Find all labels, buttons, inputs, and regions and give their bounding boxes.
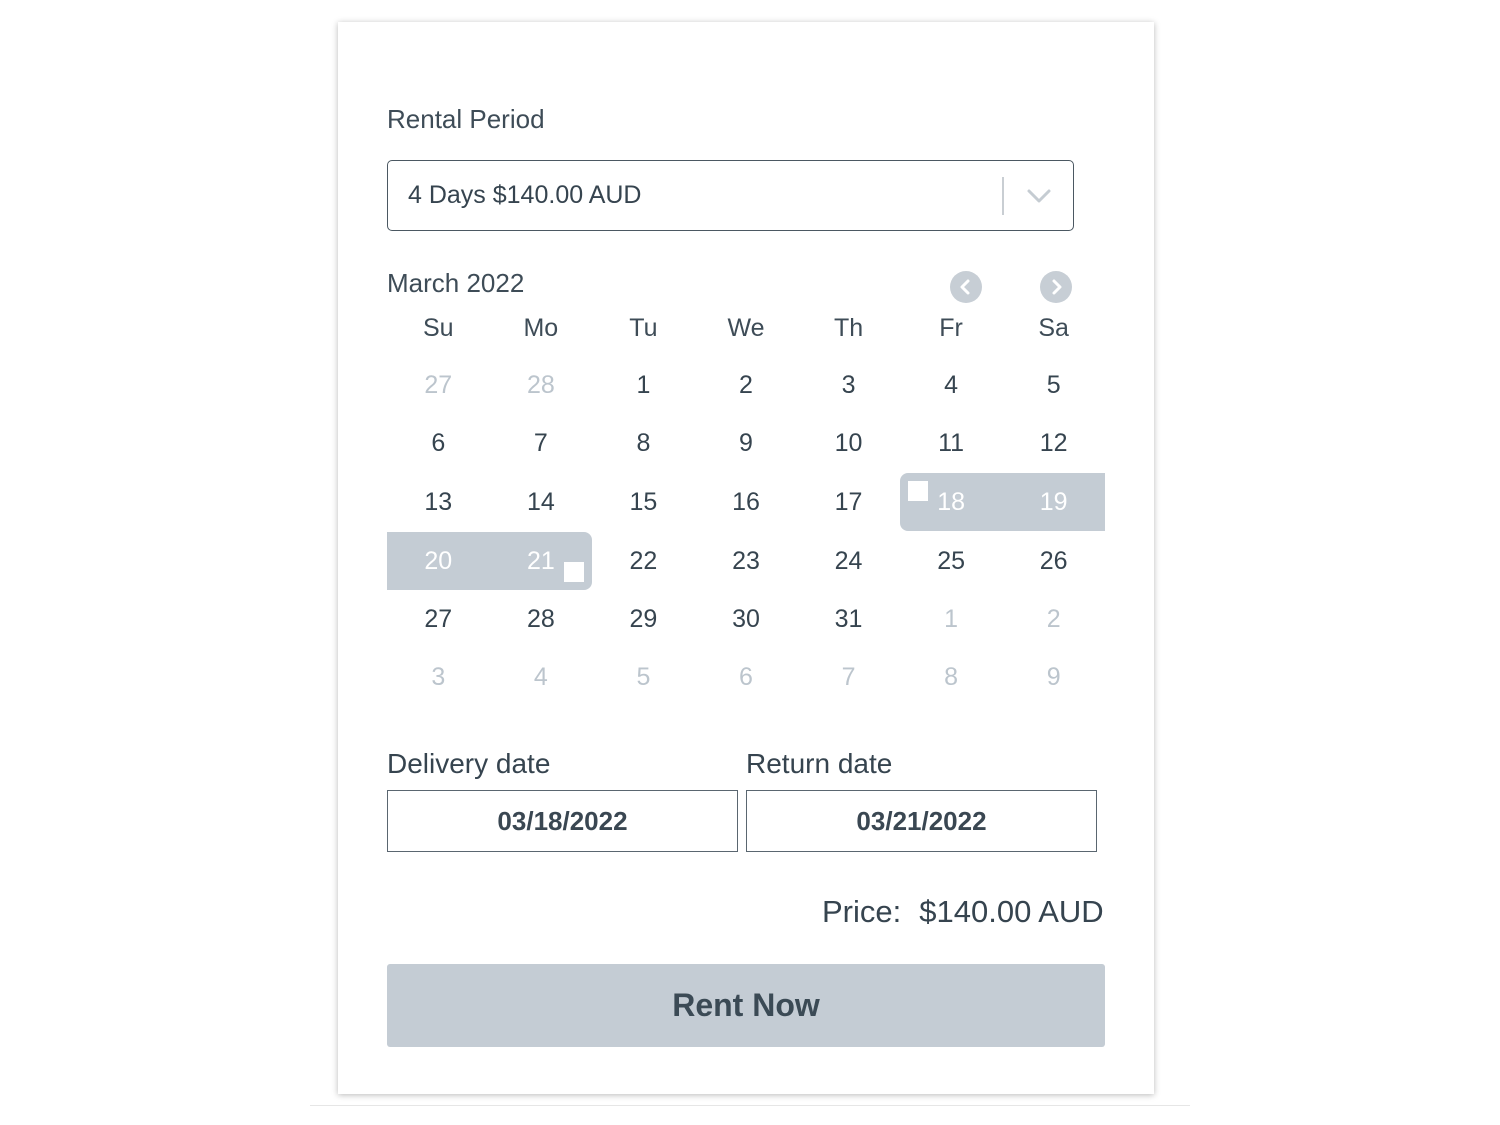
calendar-week: 27 28 1 2 3 4 5 xyxy=(387,356,1105,414)
calendar-day[interactable]: 8 xyxy=(592,414,695,472)
calendar-day-outside[interactable]: 4 xyxy=(490,648,593,706)
calendar-day[interactable]: 12 xyxy=(1002,414,1105,472)
calendar-day-number: 21 xyxy=(526,547,555,575)
calendar-day[interactable]: 31 xyxy=(797,590,900,648)
calendar-day[interactable]: 9 xyxy=(695,414,798,472)
calendar-day[interactable]: 2 xyxy=(695,356,798,414)
previous-month-button[interactable] xyxy=(950,271,982,303)
range-start-marker xyxy=(907,481,928,501)
calendar-month-title: March 2022 xyxy=(387,268,525,298)
weekday-label: Mo xyxy=(523,314,559,342)
rental-period-value: 4 Days $140.00 AUD xyxy=(408,181,642,209)
weekday-header: Su Mo Tu We Th Fr Sa xyxy=(387,314,1105,354)
next-month-button[interactable] xyxy=(1040,271,1072,303)
calendar-day[interactable]: 4 xyxy=(900,356,1003,414)
chevron-down-icon xyxy=(1024,183,1054,209)
range-end-marker xyxy=(564,562,585,582)
price-label: Price: xyxy=(822,894,902,929)
calendar-day[interactable]: 14 xyxy=(490,473,593,531)
calendar-day-outside[interactable]: 7 xyxy=(797,648,900,706)
calendar-day[interactable]: 17 xyxy=(797,473,900,531)
calendar-day-in-range[interactable]: 19 xyxy=(1002,473,1105,531)
calendar-week: 6 7 8 9 10 11 12 xyxy=(387,414,1105,472)
calendar-day[interactable]: 15 xyxy=(592,473,695,531)
calendar-day[interactable]: 27 xyxy=(387,590,490,648)
weekday-label: Su xyxy=(422,314,454,342)
weekday-label: We xyxy=(727,314,765,342)
return-date-label: Return date xyxy=(746,748,893,779)
chevron-left-icon xyxy=(960,279,970,295)
calendar-day-outside[interactable]: 27 xyxy=(387,356,490,414)
calendar-day[interactable]: 29 xyxy=(592,590,695,648)
calendar-day[interactable]: 5 xyxy=(1002,356,1105,414)
calendar-day-outside[interactable]: 8 xyxy=(900,648,1003,706)
calendar-day[interactable]: 25 xyxy=(900,532,1003,590)
price-value: $140.00 AUD xyxy=(919,894,1104,929)
weekday-label: Fr xyxy=(939,314,963,342)
calendar-day-number: 18 xyxy=(937,488,965,516)
calendar-day[interactable]: 30 xyxy=(695,590,798,648)
calendar-day[interactable]: 7 xyxy=(490,414,593,472)
calendar-day[interactable]: 24 xyxy=(797,532,900,590)
calendar-day[interactable]: 26 xyxy=(1002,532,1105,590)
rental-period-label: Rental Period xyxy=(387,104,545,134)
weekday-label: Sa xyxy=(1038,314,1069,342)
page: Rental Period 4 Days $140.00 AUD March 2… xyxy=(0,0,1500,1125)
rent-now-button[interactable]: Rent Now xyxy=(387,964,1105,1047)
delivery-date-field[interactable]: 03/18/2022 xyxy=(387,790,738,852)
calendar-day-outside[interactable]: 2 xyxy=(1002,590,1105,648)
rental-period-select[interactable]: 4 Days $140.00 AUD xyxy=(387,160,1074,231)
calendar-day[interactable]: 22 xyxy=(592,532,695,590)
calendar-day-outside[interactable]: 28 xyxy=(490,356,593,414)
calendar-week: 27 28 29 30 31 1 2 xyxy=(387,590,1105,648)
delivery-date-label: Delivery date xyxy=(387,748,551,779)
calendar-day[interactable]: 6 xyxy=(387,414,490,472)
calendar-week: 13 14 15 16 17 18 19 xyxy=(387,473,1105,531)
calendar-week: 3 4 5 6 7 8 9 xyxy=(387,648,1105,706)
chevron-right-icon xyxy=(1052,279,1062,295)
calendar-day-outside[interactable]: 9 xyxy=(1002,648,1105,706)
calendar-day-range-end[interactable]: 21 xyxy=(489,532,593,590)
price-summary: Price: $140.00 AUD xyxy=(822,894,1104,930)
calendar-day[interactable]: 10 xyxy=(797,414,900,472)
rental-card: Rental Period 4 Days $140.00 AUD March 2… xyxy=(338,22,1154,1094)
calendar-day-in-range[interactable]: 20 xyxy=(387,532,490,590)
calendar-day[interactable]: 3 xyxy=(797,356,900,414)
return-date-field[interactable]: 03/21/2022 xyxy=(746,790,1097,852)
calendar-week: 20 21 22 23 24 25 26 xyxy=(387,532,1105,590)
calendar-day[interactable]: 28 xyxy=(490,590,593,648)
calendar-day-outside[interactable]: 3 xyxy=(387,648,490,706)
calendar-day[interactable]: 13 xyxy=(387,473,490,531)
calendar-day[interactable]: 23 xyxy=(695,532,798,590)
select-divider xyxy=(1002,177,1004,215)
weekday-label: Tu xyxy=(629,314,658,342)
calendar-day-outside[interactable]: 6 xyxy=(695,648,798,706)
calendar-day-outside[interactable]: 5 xyxy=(592,648,695,706)
calendar-day[interactable]: 16 xyxy=(695,473,798,531)
divider xyxy=(310,1105,1190,1106)
calendar-day[interactable]: 11 xyxy=(900,414,1003,472)
calendar-day[interactable]: 1 xyxy=(592,356,695,414)
weekday-label: Th xyxy=(833,314,864,342)
calendar-day-outside[interactable]: 1 xyxy=(900,590,1003,648)
calendar-day-range-start[interactable]: 18 xyxy=(899,473,1003,531)
